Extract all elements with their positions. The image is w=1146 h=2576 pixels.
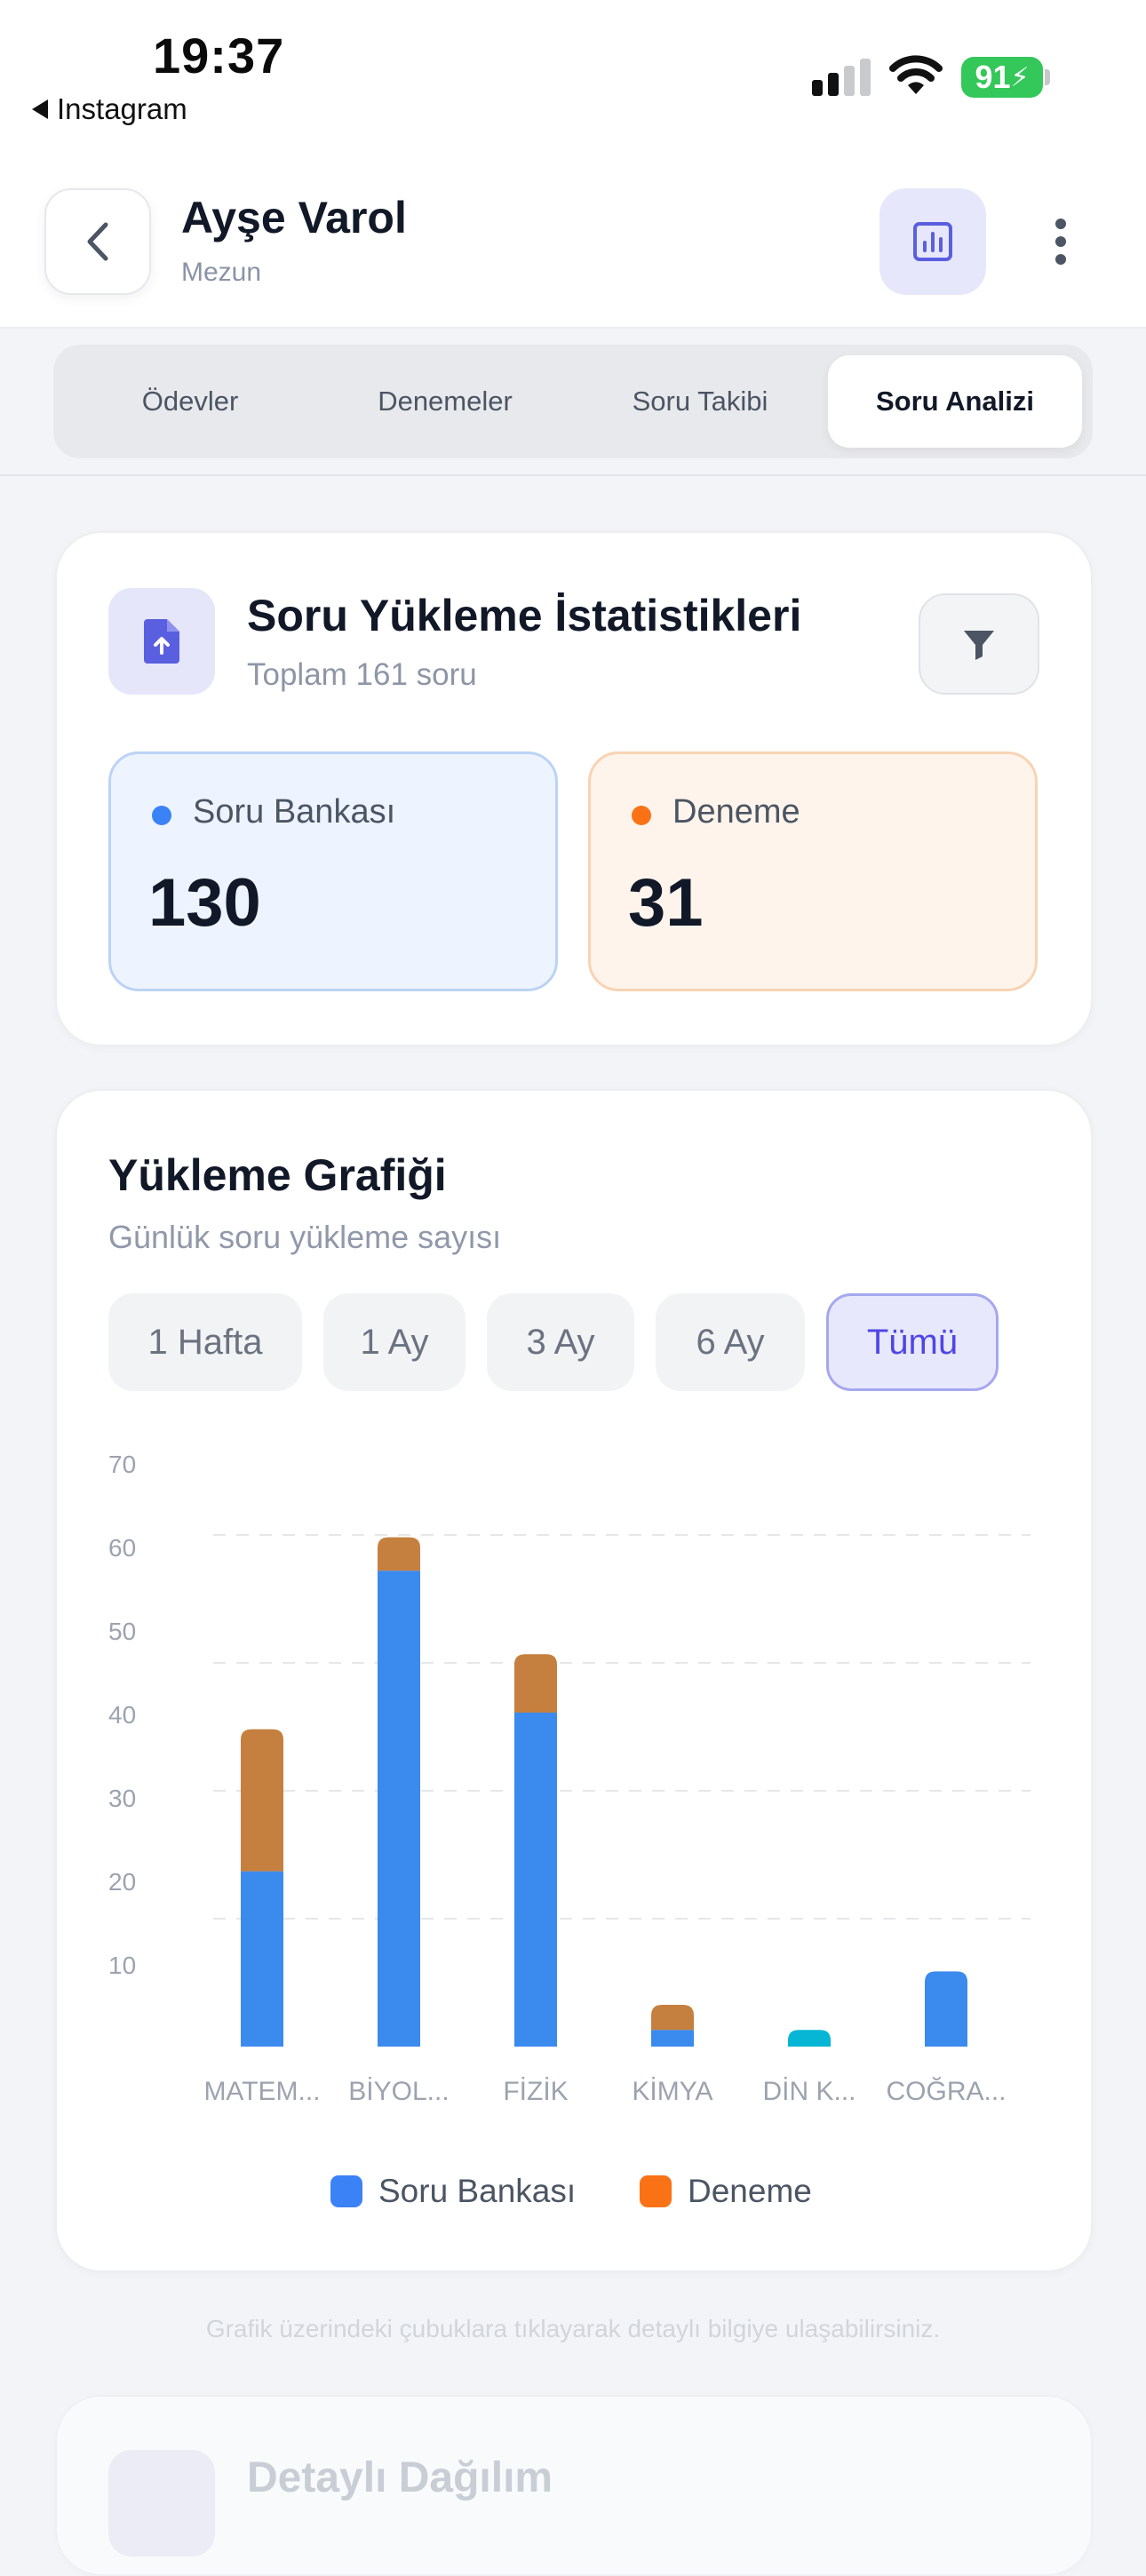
upload-stats-title: Soru Yükleme İstatistikleri (247, 591, 802, 640)
back-app-label: Instagram (57, 92, 187, 125)
file-upload-icon (144, 619, 179, 664)
soru-bankasi-label: Soru Bankası (193, 793, 396, 831)
bar-segment-soru-bankasi (241, 1871, 283, 2047)
chart-title: Yükleme Grafiği (108, 1150, 447, 1200)
tab-odevler[interactable]: Ödevler (64, 355, 316, 448)
back-button[interactable] (44, 188, 151, 295)
bar-segment-soru-bankasi (378, 1570, 420, 2047)
deneme-label: Deneme (672, 793, 800, 831)
upload-stats-subtitle: Toplam 161 soru (247, 657, 477, 692)
x-tick-label: BİYOL... (348, 2077, 449, 2106)
y-tick-label: 40 (108, 1701, 136, 1729)
tab-denemeler[interactable]: Denemeler (318, 355, 572, 448)
x-tick-label: FİZİK (503, 2077, 568, 2106)
bar-segment-soru-bankasi (651, 2030, 694, 2047)
upload-bar-chart: 10 20 30 40 50 60 70 MATEM... BİYOL... FİZİK KİMYA… (108, 1451, 1031, 2106)
upload-icon-box (108, 588, 215, 695)
legend-label: Soru Bankası (378, 2173, 577, 2209)
legend-label: Deneme (688, 2173, 812, 2209)
back-triangle-icon (32, 99, 48, 119)
more-vertical-icon (1055, 219, 1066, 229)
more-dot (1055, 254, 1066, 265)
bar-segment-deneme (241, 1729, 283, 1872)
distribution-icon (108, 2450, 215, 2556)
y-tick-label: 20 (108, 1868, 136, 1896)
header-divider (0, 474, 1146, 476)
x-tick-label: MATEM... (203, 2077, 320, 2106)
chart-subtitle: Günlük soru yükleme sayısı (108, 1219, 502, 1255)
more-dot (1055, 236, 1066, 247)
deneme-stat: Deneme 31 (588, 751, 1038, 991)
battery-charging-icon: 91 ⚡ (961, 57, 1043, 98)
legend-swatch-orange (640, 2175, 672, 2207)
wifi-icon (889, 55, 943, 94)
y-tick-label: 30 (108, 1785, 136, 1812)
student-name: Ayşe Varol (181, 193, 407, 242)
range-3-ay[interactable]: 3 Ay (487, 1293, 634, 1391)
chevron-left-icon (87, 222, 108, 261)
range-1-hafta[interactable]: 1 Hafta (108, 1293, 302, 1391)
chart-hint-text: Grafik üzerindeki çubuklara tıklayarak d… (205, 2315, 941, 2342)
deneme-value: 31 (628, 865, 704, 941)
battery-tip (1045, 69, 1050, 85)
bar-segment-soru-bankasi (925, 1971, 967, 2047)
statistics-button[interactable] (879, 188, 986, 295)
deneme-dot (632, 806, 651, 825)
bar-segment-soru-bankasi (788, 2030, 831, 2047)
x-tick-label: KİMYA (632, 2077, 712, 2106)
battery-level: 91 (975, 59, 1011, 95)
x-tick-label: COĞRA... (886, 2077, 1006, 2106)
y-tick-label: 70 (108, 1451, 136, 1478)
range-1-ay[interactable]: 1 Ay (323, 1293, 466, 1391)
x-tick-label: DİN K... (762, 2077, 856, 2106)
filter-button[interactable] (919, 593, 1039, 695)
bar-segment-deneme (651, 2005, 694, 2031)
legend-soru-bankasi: Soru Bankası (330, 2173, 576, 2210)
legend-deneme: Deneme (640, 2173, 812, 2210)
bar-segment-soru-bankasi (514, 1713, 557, 2047)
legend-swatch-blue (330, 2175, 362, 2207)
more-options-button[interactable] (1036, 210, 1086, 274)
soru-bankasi-value: 130 (148, 865, 261, 941)
y-tick-label: 10 (108, 1952, 136, 1979)
soru-bankasi-stat: Soru Bankası 130 (108, 751, 558, 991)
status-time: 19:37 (153, 28, 285, 83)
back-to-app-link[interactable]: Instagram (32, 92, 187, 126)
detailed-distribution-title: Detaylı Dağılım (247, 2454, 553, 2501)
tab-soru-analizi[interactable]: Soru Analizi (828, 355, 1082, 448)
student-role: Mezun (181, 258, 262, 287)
filter-icon (964, 631, 994, 660)
signal-icon (812, 59, 871, 96)
range-tumu[interactable]: Tümü (826, 1293, 999, 1391)
range-6-ay[interactable]: 6 Ay (656, 1293, 805, 1391)
bar-segment-deneme (378, 1537, 420, 1571)
soru-bankasi-dot (152, 806, 171, 825)
y-tick-label: 50 (108, 1618, 136, 1645)
bar-segment-deneme (514, 1654, 557, 1713)
chart-icon (913, 222, 952, 261)
y-tick-label: 60 (108, 1534, 136, 1562)
tab-soru-takibi[interactable]: Soru Takibi (574, 355, 826, 448)
